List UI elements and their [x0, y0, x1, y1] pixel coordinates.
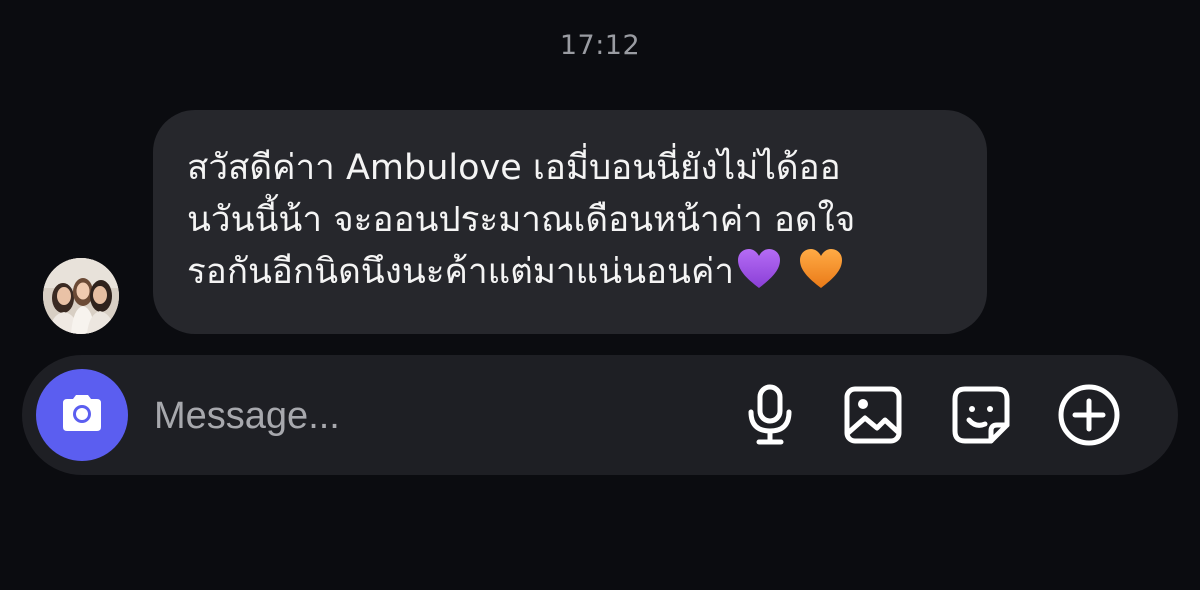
sticker-button[interactable] — [949, 383, 1013, 447]
message-line-2: นวันนี้น้า จะออนประมาณเดือนหน้าค่า อดใจ — [187, 200, 856, 240]
plus-icon — [1057, 383, 1121, 447]
message-timestamp: 17:12 — [559, 30, 641, 61]
sticker-icon — [951, 385, 1011, 445]
chat-screen: 17:12 สวัสดีค่าา Ambulove เอมี่บอนนี่ยัง… — [0, 0, 1200, 590]
sender-avatar[interactable] — [43, 258, 119, 334]
microphone-button[interactable] — [738, 383, 802, 447]
microphone-icon — [745, 384, 795, 446]
gallery-button[interactable] — [841, 383, 905, 447]
message-line-3: รอกันอีกนิดนึงนะค้าแต่มาแน่นอนค่า — [187, 246, 987, 306]
message-line-3-text: รอกันอีกนิดนึงนะค้าแต่มาแน่นอนค่า — [187, 252, 735, 292]
image-icon — [843, 385, 903, 445]
avatar-photo — [43, 258, 119, 334]
purple-heart-icon — [736, 247, 782, 306]
camera-icon — [59, 393, 105, 437]
more-button[interactable] — [1057, 383, 1121, 447]
message-composer — [22, 355, 1178, 475]
orange-heart-icon — [798, 247, 844, 306]
message-bubble[interactable]: สวัสดีค่าา Ambulove เอมี่บอนนี่ยังไม่ได้… — [153, 110, 987, 334]
camera-button[interactable] — [36, 369, 128, 461]
message-line-1: สวัสดีค่าา Ambulove เอมี่บอนนี่ยังไม่ได้… — [187, 148, 841, 188]
message-input[interactable] — [152, 385, 716, 447]
